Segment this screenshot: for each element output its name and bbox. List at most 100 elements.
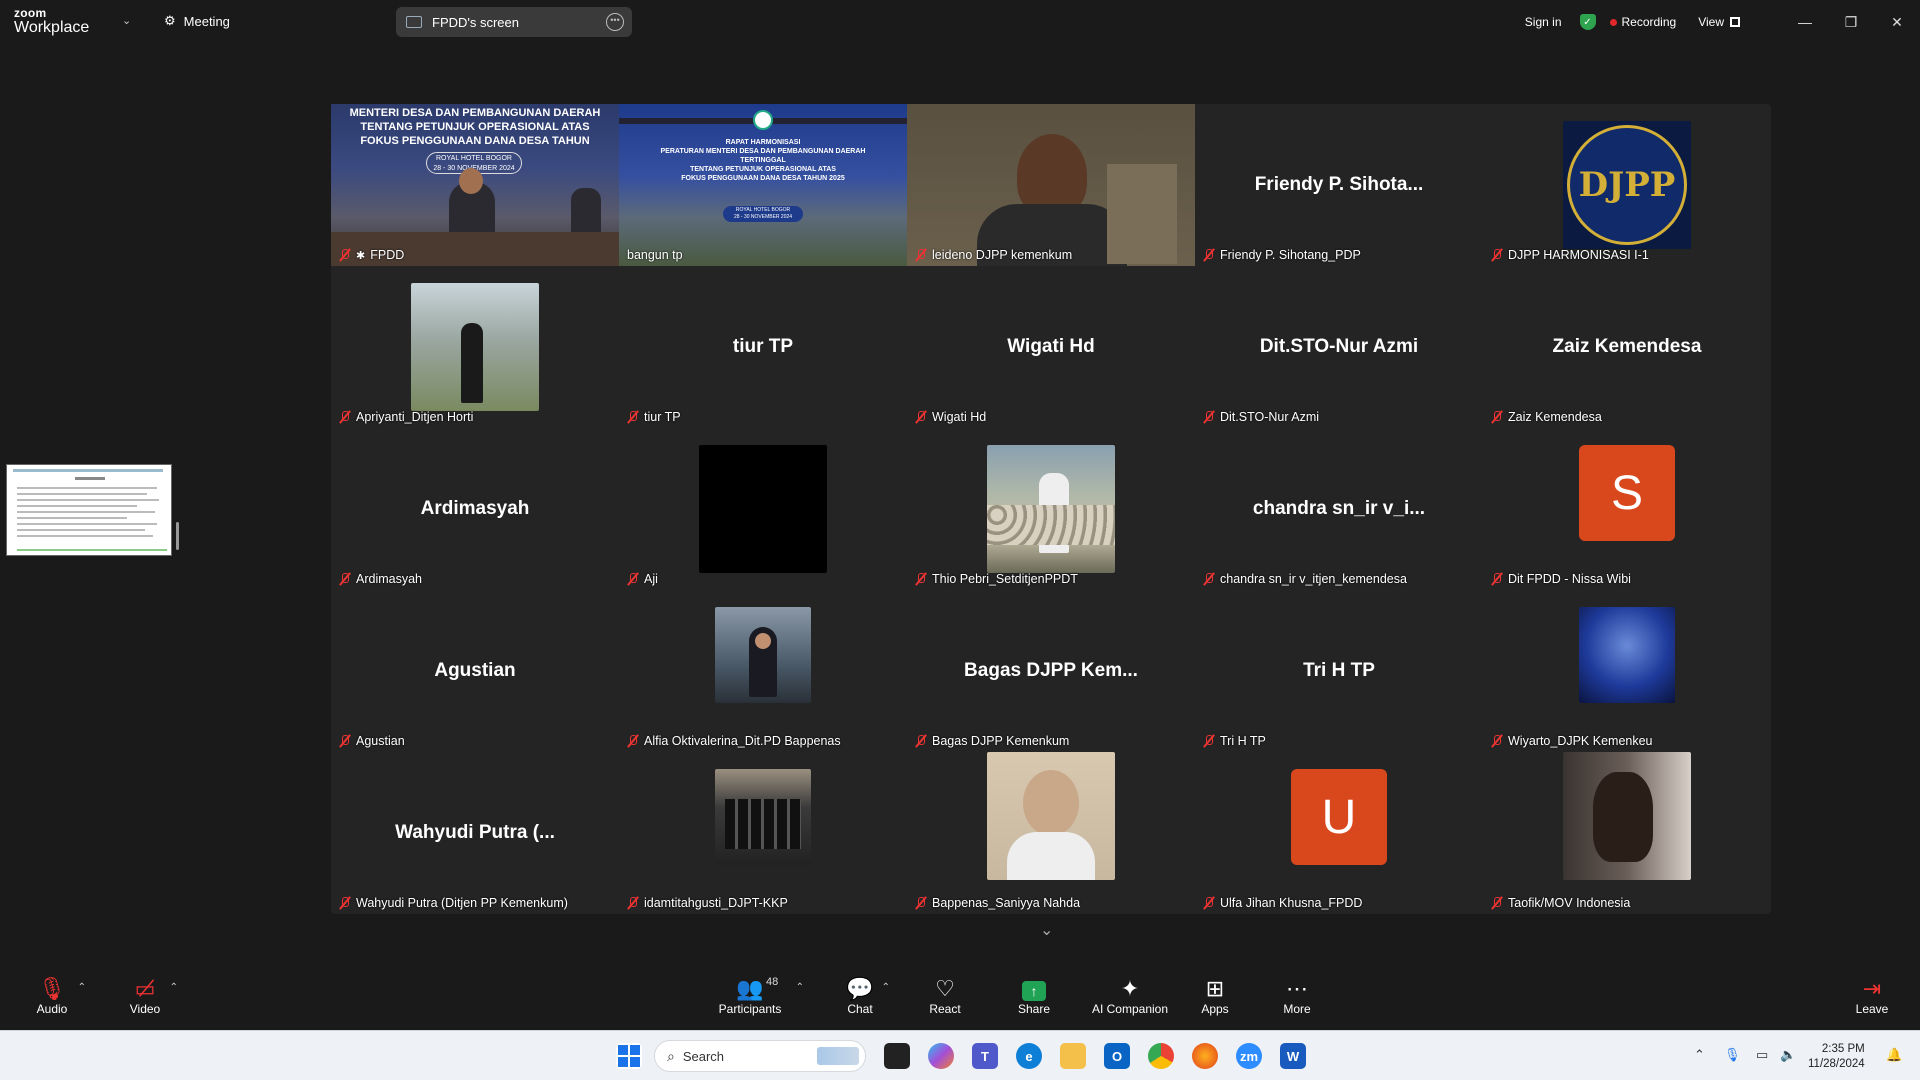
participant-name: idamtitahgusti_DJPT-KKP: [644, 896, 788, 910]
chevron-down-icon[interactable]: ⌄: [122, 14, 131, 27]
video-tile[interactable]: MENTERI DESA DAN PEMBANGUNAN DAERAH TENT…: [331, 104, 619, 266]
security-shield-icon[interactable]: ✓: [1579, 14, 1596, 30]
share-screen-pill[interactable]: FPDD's screen •••: [396, 7, 632, 37]
ai-companion-button[interactable]: ✦ AI Companion: [1090, 976, 1170, 1016]
mic-muted-icon: [915, 896, 927, 910]
screen-icon: [406, 16, 422, 28]
video-tile[interactable]: S Dit FPDD - Nissa Wibi: [1483, 428, 1771, 590]
participant-display-name: chandra sn_ir v_i...: [1252, 498, 1426, 519]
mic-muted-icon: [1203, 572, 1215, 586]
video-tile[interactable]: Dit.STO-Nur Azmi Dit.STO-Nur Azmi: [1195, 266, 1483, 428]
leave-icon: ⇥: [1862, 976, 1882, 1001]
thumb-footer: [17, 549, 167, 551]
view-button[interactable]: View: [1698, 15, 1740, 29]
notification-bell-icon[interactable]: 🔔: [1886, 1047, 1902, 1063]
restore-icon[interactable]: ❐: [1828, 14, 1874, 31]
mic-muted-icon: [1491, 410, 1503, 424]
video-tile[interactable]: Agustian Agustian: [331, 590, 619, 752]
video-tile[interactable]: Aji: [619, 428, 907, 590]
video-tile[interactable]: Apriyanti_Ditjen Horti: [331, 266, 619, 428]
teams-icon[interactable]: T: [972, 1043, 998, 1069]
react-button[interactable]: ♡ React: [928, 976, 962, 1016]
video-feed: RAPAT HARMONISASI PERATURAN MENTERI DESA…: [619, 104, 907, 266]
react-label: React: [929, 1002, 961, 1016]
minimize-icon[interactable]: —: [1782, 14, 1828, 30]
video-tile[interactable]: Wahyudi Putra (... Wahyudi Putra (Ditjen…: [331, 752, 619, 914]
mic-muted-icon: [627, 734, 639, 748]
edge-icon[interactable]: e: [1016, 1043, 1042, 1069]
video-tile[interactable]: DJPP DJPP HARMONISASI I-1: [1483, 104, 1771, 266]
chrome-icon[interactable]: [1148, 1043, 1174, 1069]
mic-muted-icon: [1491, 896, 1503, 910]
video-tile[interactable]: Bagas DJPP Kem... Bagas DJPP Kemenkum: [907, 590, 1195, 752]
video-tile[interactable]: chandra sn_ir v_i... chandra sn_ir v_itj…: [1195, 428, 1483, 590]
microphone-icon[interactable]: 🎙: [1724, 1047, 1741, 1063]
video-tile[interactable]: Thio Pebri_SetditjenPPDT: [907, 428, 1195, 590]
meeting-menu[interactable]: ⚙ Meeting: [164, 13, 230, 29]
video-tile[interactable]: leideno DJPP kemenkum: [907, 104, 1195, 266]
chat-button[interactable]: 💬 Chat ⌃: [846, 976, 890, 1016]
file-explorer-icon[interactable]: [1060, 1043, 1086, 1069]
taskbar-search[interactable]: ⌕ Search: [654, 1040, 866, 1072]
participant-name: Alfia Oktivalerina_Dit.PD Bappenas: [644, 734, 841, 748]
zoom-logo[interactable]: zoom Workplace: [14, 7, 89, 36]
system-clock[interactable]: 2:35 PM 11/28/2024: [1808, 1042, 1865, 1072]
chevron-down-icon[interactable]: ⌄: [1040, 920, 1053, 940]
close-icon[interactable]: ✕: [1874, 14, 1920, 31]
chevron-up-icon[interactable]: ⌃: [1694, 1047, 1705, 1063]
more-button[interactable]: ⋯ More: [1282, 976, 1312, 1016]
sign-in-link[interactable]: Sign in: [1525, 15, 1562, 29]
mic-muted-icon: [915, 572, 927, 586]
video-tile[interactable]: Tri H TP Tri H TP: [1195, 590, 1483, 752]
resize-handle[interactable]: [176, 522, 179, 550]
tile-label: ✱ FPDD: [339, 248, 404, 262]
recording-label: Recording: [1621, 15, 1677, 29]
video-tile[interactable]: Taofik/MOV Indonesia: [1483, 752, 1771, 914]
outlook-icon[interactable]: O: [1104, 1043, 1130, 1069]
thumb-line: [17, 493, 147, 495]
apps-button[interactable]: ⊞ Apps: [1200, 976, 1230, 1016]
caret-up-icon[interactable]: ⌃: [78, 982, 86, 993]
video-tile[interactable]: Bappenas_Saniyya Nahda: [907, 752, 1195, 914]
volume-icon[interactable]: 🔈: [1780, 1047, 1796, 1063]
recording-indicator[interactable]: Recording: [1609, 15, 1677, 29]
search-icon: ⌕: [667, 1047, 675, 1064]
video-tile[interactable]: Alfia Oktivalerina_Dit.PD Bappenas: [619, 590, 907, 752]
video-tile[interactable]: RAPAT HARMONISASI PERATURAN MENTERI DESA…: [619, 104, 907, 266]
ground-pattern: [987, 505, 1115, 545]
video-tile[interactable]: tiur TP tiur TP: [619, 266, 907, 428]
copilot-icon[interactable]: [928, 1043, 954, 1069]
participant-display-name: tiur TP: [732, 336, 794, 357]
word-icon[interactable]: W: [1280, 1043, 1306, 1069]
video-tile[interactable]: Friendy P. Sihota... Friendy P. Sihotang…: [1195, 104, 1483, 266]
chat-icon: 💬: [846, 976, 874, 1001]
participant-display-name: Dit.STO-Nur Azmi: [1259, 336, 1419, 357]
more-options-icon[interactable]: •••: [606, 13, 624, 31]
video-tile[interactable]: Wiyarto_DJPK Kemenkeu: [1483, 590, 1771, 752]
slide-text: FOKUS PENGGUNAAN DANA DESA TAHUN: [360, 135, 590, 147]
video-tile[interactable]: Ardimasyah Ardimasyah: [331, 428, 619, 590]
slide-text: PERATURAN MENTERI DESA DAN PEMBANGUNAN D…: [660, 148, 866, 155]
firefox-icon[interactable]: [1192, 1043, 1218, 1069]
participant-display-name: Agustian: [434, 660, 516, 681]
mic-muted-icon: [1203, 248, 1215, 262]
video-tile[interactable]: Wigati Hd Wigati Hd: [907, 266, 1195, 428]
participants-button[interactable]: 👥 48 Participants ⌃: [718, 976, 804, 1016]
share-button[interactable]: ↑ Share: [1017, 976, 1051, 1016]
leave-button[interactable]: ⇥ Leave: [1855, 976, 1889, 1016]
network-icon[interactable]: ▭: [1756, 1047, 1768, 1063]
audio-button[interactable]: 🎙 Audio ⌃: [34, 976, 86, 1016]
caret-up-icon[interactable]: ⌃: [882, 982, 890, 993]
shared-screen-thumbnail[interactable]: [6, 464, 172, 556]
video-tile[interactable]: U Ulfa Jihan Khusna_FPDD: [1195, 752, 1483, 914]
caret-up-icon[interactable]: ⌃: [170, 982, 178, 993]
mic-muted-icon: [339, 572, 351, 586]
caret-up-icon[interactable]: ⌃: [796, 982, 804, 993]
task-view-icon[interactable]: [884, 1043, 910, 1069]
thumb-line: [17, 535, 153, 537]
video-tile[interactable]: idamtitahgusti_DJPT-KKP: [619, 752, 907, 914]
video-button[interactable]: ▭̸ Video ⌃: [128, 976, 178, 1016]
zoom-app-icon[interactable]: zm: [1236, 1043, 1262, 1069]
windows-start-icon[interactable]: [616, 1043, 642, 1069]
video-tile[interactable]: Zaiz Kemendesa Zaiz Kemendesa: [1483, 266, 1771, 428]
